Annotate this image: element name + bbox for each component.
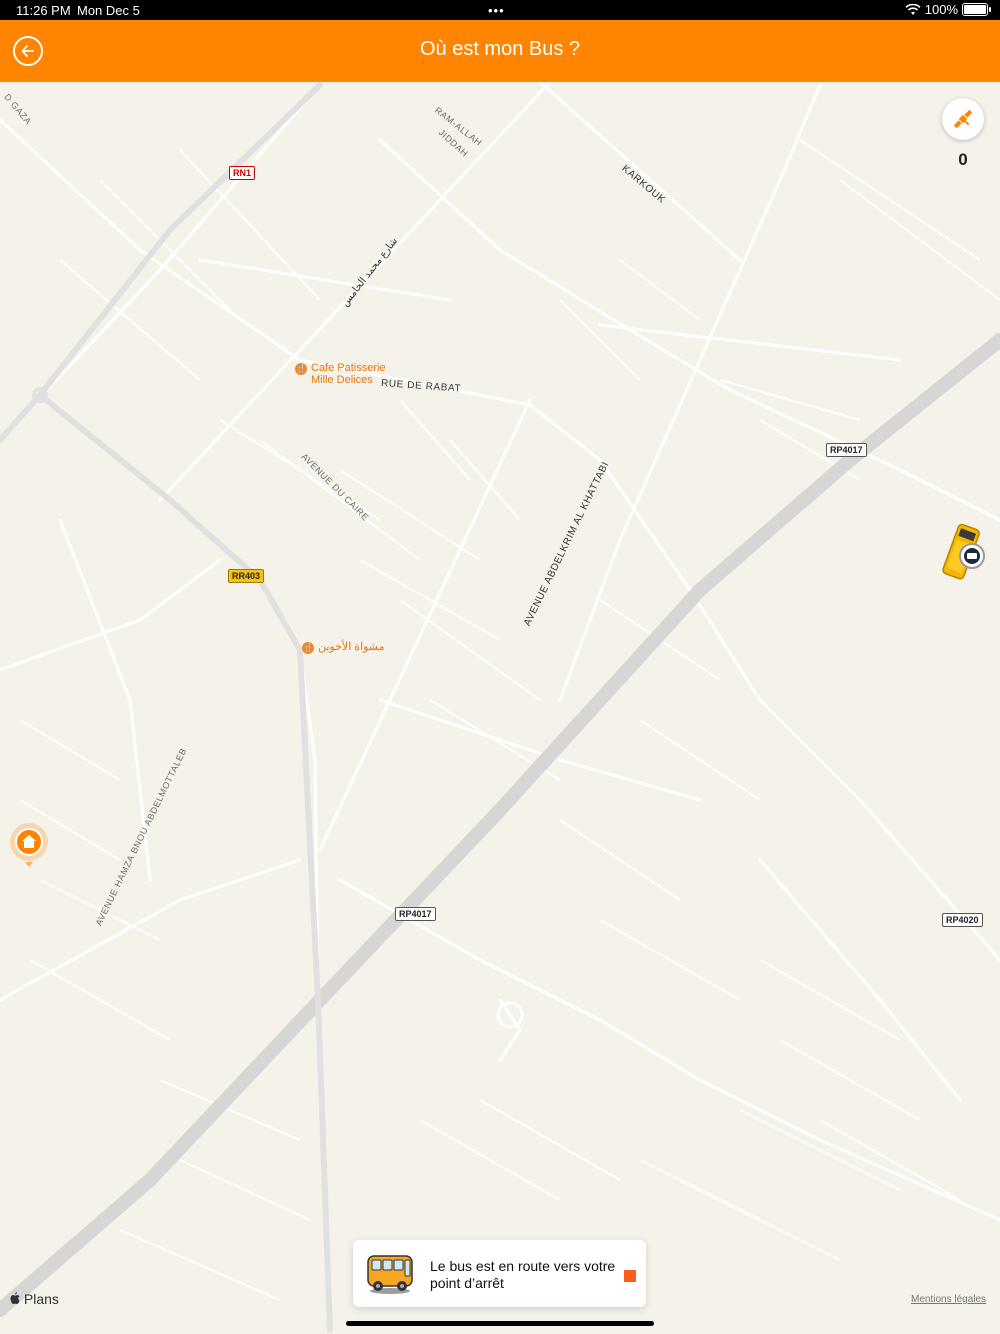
road-shield-rp4017-south: RP4017 xyxy=(395,907,436,921)
school-bus-icon xyxy=(367,1255,413,1294)
map-view[interactable]: D GAZA RAM-ALLAH JIDDAH KARKOUK شارع محم… xyxy=(0,82,1000,1334)
bus-marker[interactable] xyxy=(940,520,994,584)
app-header: Où est mon Bus ? xyxy=(0,20,1000,82)
multitasking-dots[interactable]: ••• xyxy=(488,3,505,18)
satellite-icon xyxy=(953,109,973,129)
poi-cafe-patisserie[interactable]: 🍴 Cafe Patisserie Mille Delices xyxy=(295,362,386,386)
status-right: 100% xyxy=(905,2,991,17)
toast-close-icon[interactable] xyxy=(624,1270,636,1282)
status-bar: 11:26 PM Mon Dec 5 ••• 100% xyxy=(0,0,1000,20)
page-title: Où est mon Bus ? xyxy=(419,38,581,60)
status-time: 11:26 PM xyxy=(16,3,71,18)
home-indicator[interactable] xyxy=(346,1321,654,1326)
poi-cafe-line1: Cafe Patisserie xyxy=(311,362,386,374)
battery-percent: 100% xyxy=(924,2,958,17)
wifi-icon xyxy=(905,3,921,15)
satellite-count: 0 xyxy=(958,150,968,169)
home-marker-icon xyxy=(10,823,48,867)
maps-attribution[interactable]: Plans xyxy=(10,1291,59,1307)
apple-logo-icon xyxy=(10,1292,20,1304)
maps-attribution-label: Plans xyxy=(23,1291,59,1307)
satellite-button[interactable] xyxy=(942,98,984,140)
home-marker[interactable] xyxy=(9,822,49,868)
bus-status-message: Le bus est en route vers votre point d’a… xyxy=(430,1258,616,1291)
poi-grill-label: مشواة الأخوين xyxy=(318,641,385,653)
road-shield-rn1: RN1 xyxy=(229,166,256,180)
battery-icon xyxy=(962,3,991,16)
road-shield-rp4017: RP4017 xyxy=(826,443,867,457)
legal-link[interactable]: Mentions légales xyxy=(911,1294,986,1305)
map-streets xyxy=(0,82,1000,1333)
road-shield-rr403: RR403 xyxy=(228,569,265,583)
restaurant-icon: 🍴 xyxy=(302,642,314,654)
bus-status-toast[interactable]: Le bus est en route vers votre point d’a… xyxy=(353,1240,646,1307)
restaurant-icon: 🍴 xyxy=(295,363,307,375)
poi-cafe-line2: Mille Delices xyxy=(311,374,373,386)
status-date: Mon Dec 5 xyxy=(77,3,140,18)
bus-marker-icon xyxy=(942,523,985,580)
poi-grill[interactable]: 🍴 مشواة الأخوين xyxy=(302,641,385,654)
road-shield-rp4020: RP4020 xyxy=(942,913,983,927)
